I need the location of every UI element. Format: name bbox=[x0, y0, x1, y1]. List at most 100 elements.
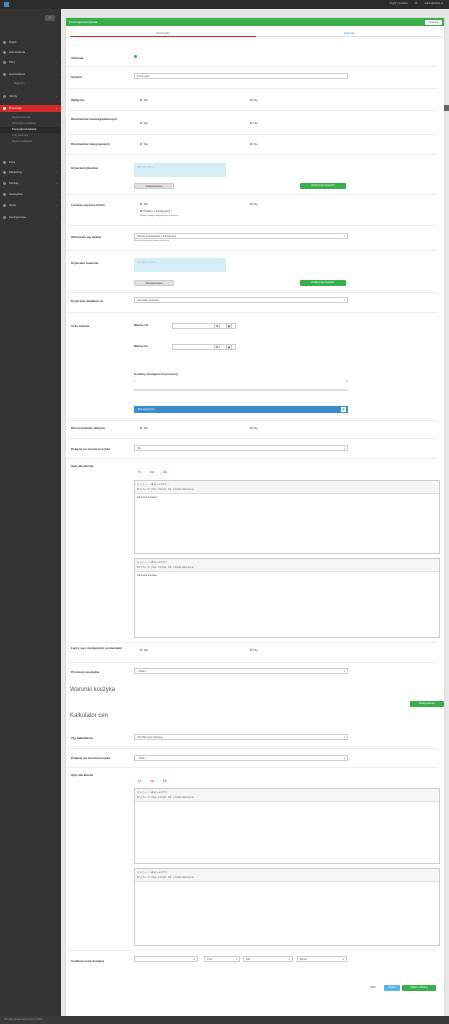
warehouses-yes-radio[interactable]: Tak bbox=[140, 426, 148, 430]
special-select[interactable]: -- Brak -- bbox=[134, 668, 348, 675]
editor-toolbar[interactable]: ⎘ ✂ ⎙ ↶ ↷ ⚑ ▦ ≡ ⊞ Ω ¶ ❝ B I U S ₓ ˣ Tₓ |… bbox=[135, 481, 439, 494]
editor-toolbar[interactable]: ⎘ ✂ ⎙ ↶ ↷ ⚑ ▦ ≡ ⊞ Ω ¶ ❝ B I U S ₓ ˣ Tₓ |… bbox=[135, 559, 439, 572]
sidebar-item-dashboard[interactable]: Pulpit bbox=[0, 39, 61, 46]
clients-add-criterion-button[interactable]: Dodaj nowe kryterium bbox=[300, 183, 346, 189]
sidebar-item-data[interactable]: Dane ‹ bbox=[0, 202, 61, 209]
discounted-no-radio[interactable]: Nie bbox=[250, 121, 258, 125]
logged-no-radio[interactable]: Nie bbox=[250, 142, 258, 146]
editor-toolbar[interactable]: ⎘ ✂ ⎙ ↶ ↷ ⚑ ▦ ≡ ⊞ Ω ¶ ❝ B I U S ₓ ˣ Tₓ |… bbox=[135, 869, 439, 882]
all-hours-toggle-icon: ◼ bbox=[341, 407, 346, 412]
language-tabs: PL DE EN bbox=[138, 779, 175, 783]
products-add-criterion-button[interactable]: Dodaj nowe kryterium bbox=[300, 280, 346, 286]
discounted-yes-radio[interactable]: Tak bbox=[140, 121, 148, 125]
back-button[interactable]: Wróć bbox=[364, 985, 382, 991]
app-logo[interactable] bbox=[4, 2, 11, 7]
lang-tab-de[interactable]: DE bbox=[150, 470, 154, 474]
save-button[interactable]: Zapisz bbox=[384, 985, 400, 991]
sidebar-item-promotions[interactable]: Promocje ‹ bbox=[0, 105, 61, 112]
action-criterion-select[interactable]: wszystkie produkty bbox=[134, 297, 348, 304]
calendar-icon[interactable]: ▦ bbox=[226, 323, 232, 329]
sidebar-item-fields[interactable]: Pola ‹ bbox=[0, 159, 61, 166]
clear-to-button[interactable]: ✖ bbox=[214, 344, 220, 350]
calc-show-select[interactable]: -- Brak -- bbox=[134, 755, 348, 762]
dashboard-icon bbox=[3, 41, 6, 44]
cap-extra-select[interactable]: Brutto bbox=[297, 956, 347, 963]
hours-slider[interactable]: 0 23 bbox=[134, 381, 348, 397]
rich-text-editor-3[interactable]: ⎘ ✂ ⎙ ↶ ↷ ⚑ ▦ ≡ ⊞ Ω ¶ ❝ B I U S ₓ ˣ Tₓ |… bbox=[134, 788, 440, 864]
slider-min: 0 bbox=[134, 381, 136, 383]
sidebar: ≡ Pulpit Zamówienia Pliki ‹ Kontrahenci ‹ … bbox=[0, 9, 61, 1016]
lang-tab-en[interactable]: EN bbox=[163, 779, 167, 783]
logged-yes-radio[interactable]: Tak bbox=[140, 142, 148, 146]
divider bbox=[65, 292, 437, 293]
exit-link[interactable]: Wyjdź z serwisu bbox=[389, 2, 408, 5]
editor-content[interactable] bbox=[135, 802, 439, 806]
rich-text-editor-2[interactable]: ⎘ ✂ ⎙ ↶ ↷ ⚑ ▦ ≡ ⊞ Ω ¶ ❝ B I U S ₓ ˣ Tₓ |… bbox=[134, 558, 440, 638]
save-close-button[interactable]: Zapisz i zamknij bbox=[402, 985, 436, 991]
exclusive-label: Wyłączny bbox=[71, 98, 85, 102]
sidebar-sub-coupons[interactable]: Kupony rabatowe bbox=[0, 139, 61, 145]
sidebar-item-tools[interactable]: Narzędzia ‹ bbox=[0, 191, 61, 198]
show-in-cart-select[interactable]: Tak bbox=[134, 445, 348, 452]
divider bbox=[65, 110, 437, 111]
editor-toolbar[interactable]: ⎘ ✂ ⎙ ↶ ↷ ⚑ ▦ ≡ ⊞ Ω ¶ ❝ B I U S ₓ ˣ Tₓ |… bbox=[135, 789, 439, 802]
add-condition-button[interactable]: Dodaj warunek bbox=[410, 701, 444, 707]
top-right-menu: Wyjdź z serwisu PL admin@sklep.pl bbox=[383, 2, 443, 5]
sidebar-item-orders[interactable]: Zamówienia bbox=[0, 49, 61, 56]
special-label: Promocja specjalna bbox=[71, 670, 100, 674]
gear-icon bbox=[3, 216, 6, 219]
gross-yes-radio[interactable]: Tak bbox=[140, 202, 148, 206]
editor-content[interactable] bbox=[135, 882, 439, 886]
scroll-indicator[interactable] bbox=[444, 105, 449, 111]
language-flag[interactable]: PL bbox=[415, 2, 418, 5]
exclusive-no-radio[interactable]: Nie bbox=[250, 98, 258, 102]
client-desc-label: Opis dla klienta bbox=[71, 464, 94, 468]
rich-text-editor-4[interactable]: ⎘ ✂ ⎙ ↶ ↷ ⚑ ▦ ≡ ⊞ Ω ¶ ❝ B I U S ₓ ˣ Tₓ |… bbox=[134, 868, 440, 946]
combine-yes-radio[interactable]: Tak bbox=[140, 648, 148, 652]
currency-select[interactable]: Waluta podstawowa z konfiguracji bbox=[134, 233, 348, 240]
products-advanced-button[interactable]: Zaawansowane bbox=[134, 280, 174, 286]
calc-type-select[interactable]: Obniżka ceny dostawy bbox=[134, 734, 348, 741]
gross-no-radio[interactable]: Nie bbox=[250, 202, 258, 206]
cap-mode-select[interactable]: Z/N bbox=[243, 956, 293, 963]
divider bbox=[65, 88, 437, 89]
clients-criterion-box[interactable]: Wszyscy klienci bbox=[134, 163, 226, 177]
lang-tab-pl[interactable]: PL bbox=[138, 779, 141, 783]
symbol-input[interactable]: Promocja1 bbox=[134, 73, 348, 79]
tab-details[interactable]: Szczegóły bbox=[70, 30, 256, 37]
chevron-icon: ‹ bbox=[56, 160, 57, 164]
panel-title: Promocja koszykowa bbox=[69, 20, 98, 24]
gross-config-radio[interactable]: Pobierz z konfiguracji bbox=[140, 209, 170, 213]
sidebar-item-settings[interactable]: Konfiguracja ‹ bbox=[0, 214, 61, 221]
cap-currency-select[interactable]: PLN bbox=[204, 956, 240, 963]
combine-no-radio[interactable]: Nie bbox=[250, 648, 258, 652]
sidebar-item-warehouse[interactable]: Magazyn bbox=[0, 81, 61, 87]
sidebar-item-files[interactable]: Pliki ‹ bbox=[0, 59, 61, 66]
all-hours-bar[interactable]: Bez ograniczeń ◼ bbox=[134, 406, 348, 413]
cap-price-input[interactable]: 0 bbox=[134, 956, 198, 962]
clear-from-button[interactable]: ✖ bbox=[214, 323, 220, 329]
clients-advanced-button[interactable]: Zaawansowane bbox=[134, 183, 174, 189]
warehouses-no-radio[interactable]: Nie bbox=[250, 426, 258, 430]
editor-content[interactable]: Darmowa dostawa bbox=[135, 572, 439, 579]
show-in-cart-label: Pokazuj na stronie koszyka bbox=[71, 447, 111, 451]
lang-tab-pl[interactable]: PL bbox=[138, 470, 141, 474]
sidebar-toggle-button[interactable]: ≡ bbox=[45, 15, 55, 21]
calendar-icon[interactable]: ▦ bbox=[226, 344, 232, 350]
lang-tab-en[interactable]: EN bbox=[163, 470, 167, 474]
sidebar-item-modules[interactable]: Moduły ‹ bbox=[0, 180, 61, 187]
sidebar-item-contractors[interactable]: Kontrahenci ‹ bbox=[0, 71, 61, 78]
sidebar-item-marketing[interactable]: Marketing ‹ bbox=[0, 169, 61, 176]
products-criterion-box[interactable]: Wszystkie towary bbox=[134, 258, 226, 272]
sidebar-item-offers[interactable]: Oferty ‹ bbox=[0, 93, 61, 100]
operations-button[interactable]: Operacje bbox=[425, 19, 442, 25]
tab-history[interactable]: Historia bbox=[256, 30, 442, 37]
exclusive-yes-radio[interactable]: Tak bbox=[140, 98, 148, 102]
rich-text-editor-1[interactable]: ⎘ ✂ ⎙ ↶ ↷ ⚑ ▦ ≡ ⊞ Ω ¶ ❝ B I U S ₓ ˣ Tₓ |… bbox=[134, 480, 440, 554]
user-email[interactable]: admin@sklep.pl bbox=[425, 2, 444, 5]
divider bbox=[65, 458, 437, 459]
active-toggle[interactable] bbox=[134, 55, 137, 58]
data-icon bbox=[3, 204, 6, 207]
editor-content[interactable]: Darmowa dostawa bbox=[135, 494, 439, 501]
lang-tab-de[interactable]: DE bbox=[150, 779, 154, 783]
